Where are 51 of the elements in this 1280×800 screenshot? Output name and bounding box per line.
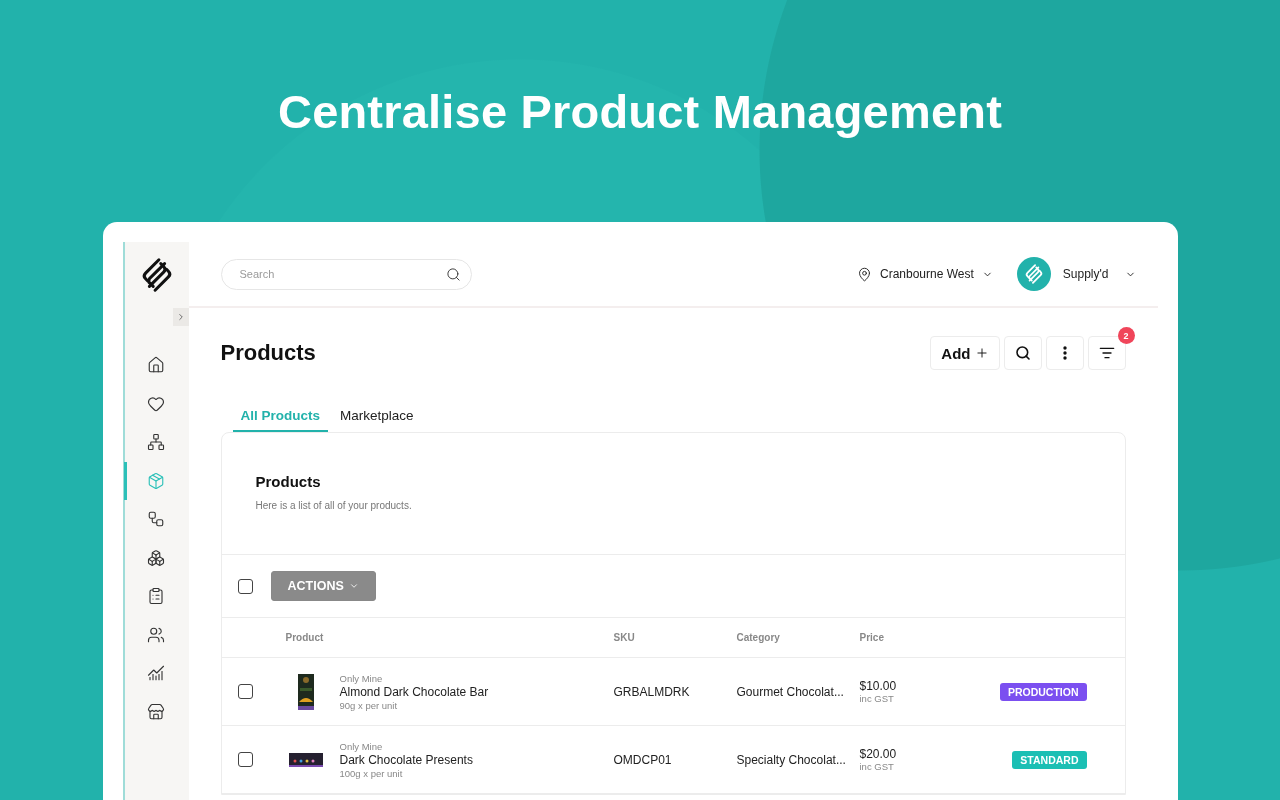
category-cell-text: Gourmet Chocolat... (736, 684, 845, 699)
headline: Centralise Product Management (278, 84, 1002, 140)
product-name: Almond Dark Chocolate Bar (339, 684, 489, 699)
chevron-down-icon (348, 581, 359, 591)
column-header: Product (285, 632, 325, 643)
chart-icon (146, 664, 165, 683)
category-cell-text: Specialty Chocolat... (736, 752, 847, 767)
column-header: Category (736, 632, 781, 643)
location-dropdown[interactable]: Cranbourne West (857, 266, 993, 282)
more-button[interactable] (1045, 336, 1084, 370)
brand-name: Only Mine (339, 740, 384, 752)
tab[interactable]: Marketplace (332, 404, 422, 432)
home-icon (146, 356, 165, 375)
search-icon (1014, 345, 1031, 361)
brand-name: Only Mine (339, 672, 384, 684)
price: $20.00 (859, 747, 898, 761)
more-icon (1062, 346, 1067, 360)
status-badge: PRODUCTION (999, 682, 1087, 701)
price: $10.00 (859, 679, 898, 693)
search-icon (445, 266, 461, 282)
account-dropdown[interactable]: Supply'd (1016, 257, 1136, 291)
network-icon (146, 433, 165, 452)
plus-icon (974, 346, 989, 360)
sku-cell-text: OMDCP01 (613, 752, 673, 767)
sku-cell-text: GRBALMDRK (613, 684, 691, 699)
filter-icon (1098, 345, 1115, 361)
boxes-icon (146, 548, 165, 567)
tax-note: inc GST (859, 761, 895, 772)
users-icon (146, 625, 165, 644)
column-header: Price (859, 632, 885, 643)
unit-size: 90g x per unit (339, 699, 399, 711)
select-all-checkbox[interactable] (237, 578, 253, 594)
status-badge: STANDARD (1012, 750, 1087, 769)
add-button[interactable]: Add (930, 336, 1000, 370)
filter-count: 2 (1117, 327, 1135, 344)
product-name: Dark Chocolate Presents (339, 752, 473, 767)
store-icon (146, 702, 165, 721)
row-checkbox[interactable] (237, 752, 253, 767)
clipboard-icon (146, 587, 165, 606)
panel-title: Products (255, 473, 322, 490)
page-title: Products (220, 340, 317, 366)
panel-subtitle: Here is a list of all of your products. (255, 500, 413, 511)
workflow-icon (146, 510, 165, 529)
map-pin-icon (857, 266, 872, 282)
row-checkbox[interactable] (237, 684, 253, 699)
unit-size: 100g x per unit (339, 767, 404, 779)
column-header: SKU (613, 632, 636, 643)
search-button[interactable] (1003, 336, 1042, 370)
tax-note: inc GST (859, 693, 895, 704)
heart-icon (146, 394, 165, 413)
package-icon (146, 471, 165, 490)
